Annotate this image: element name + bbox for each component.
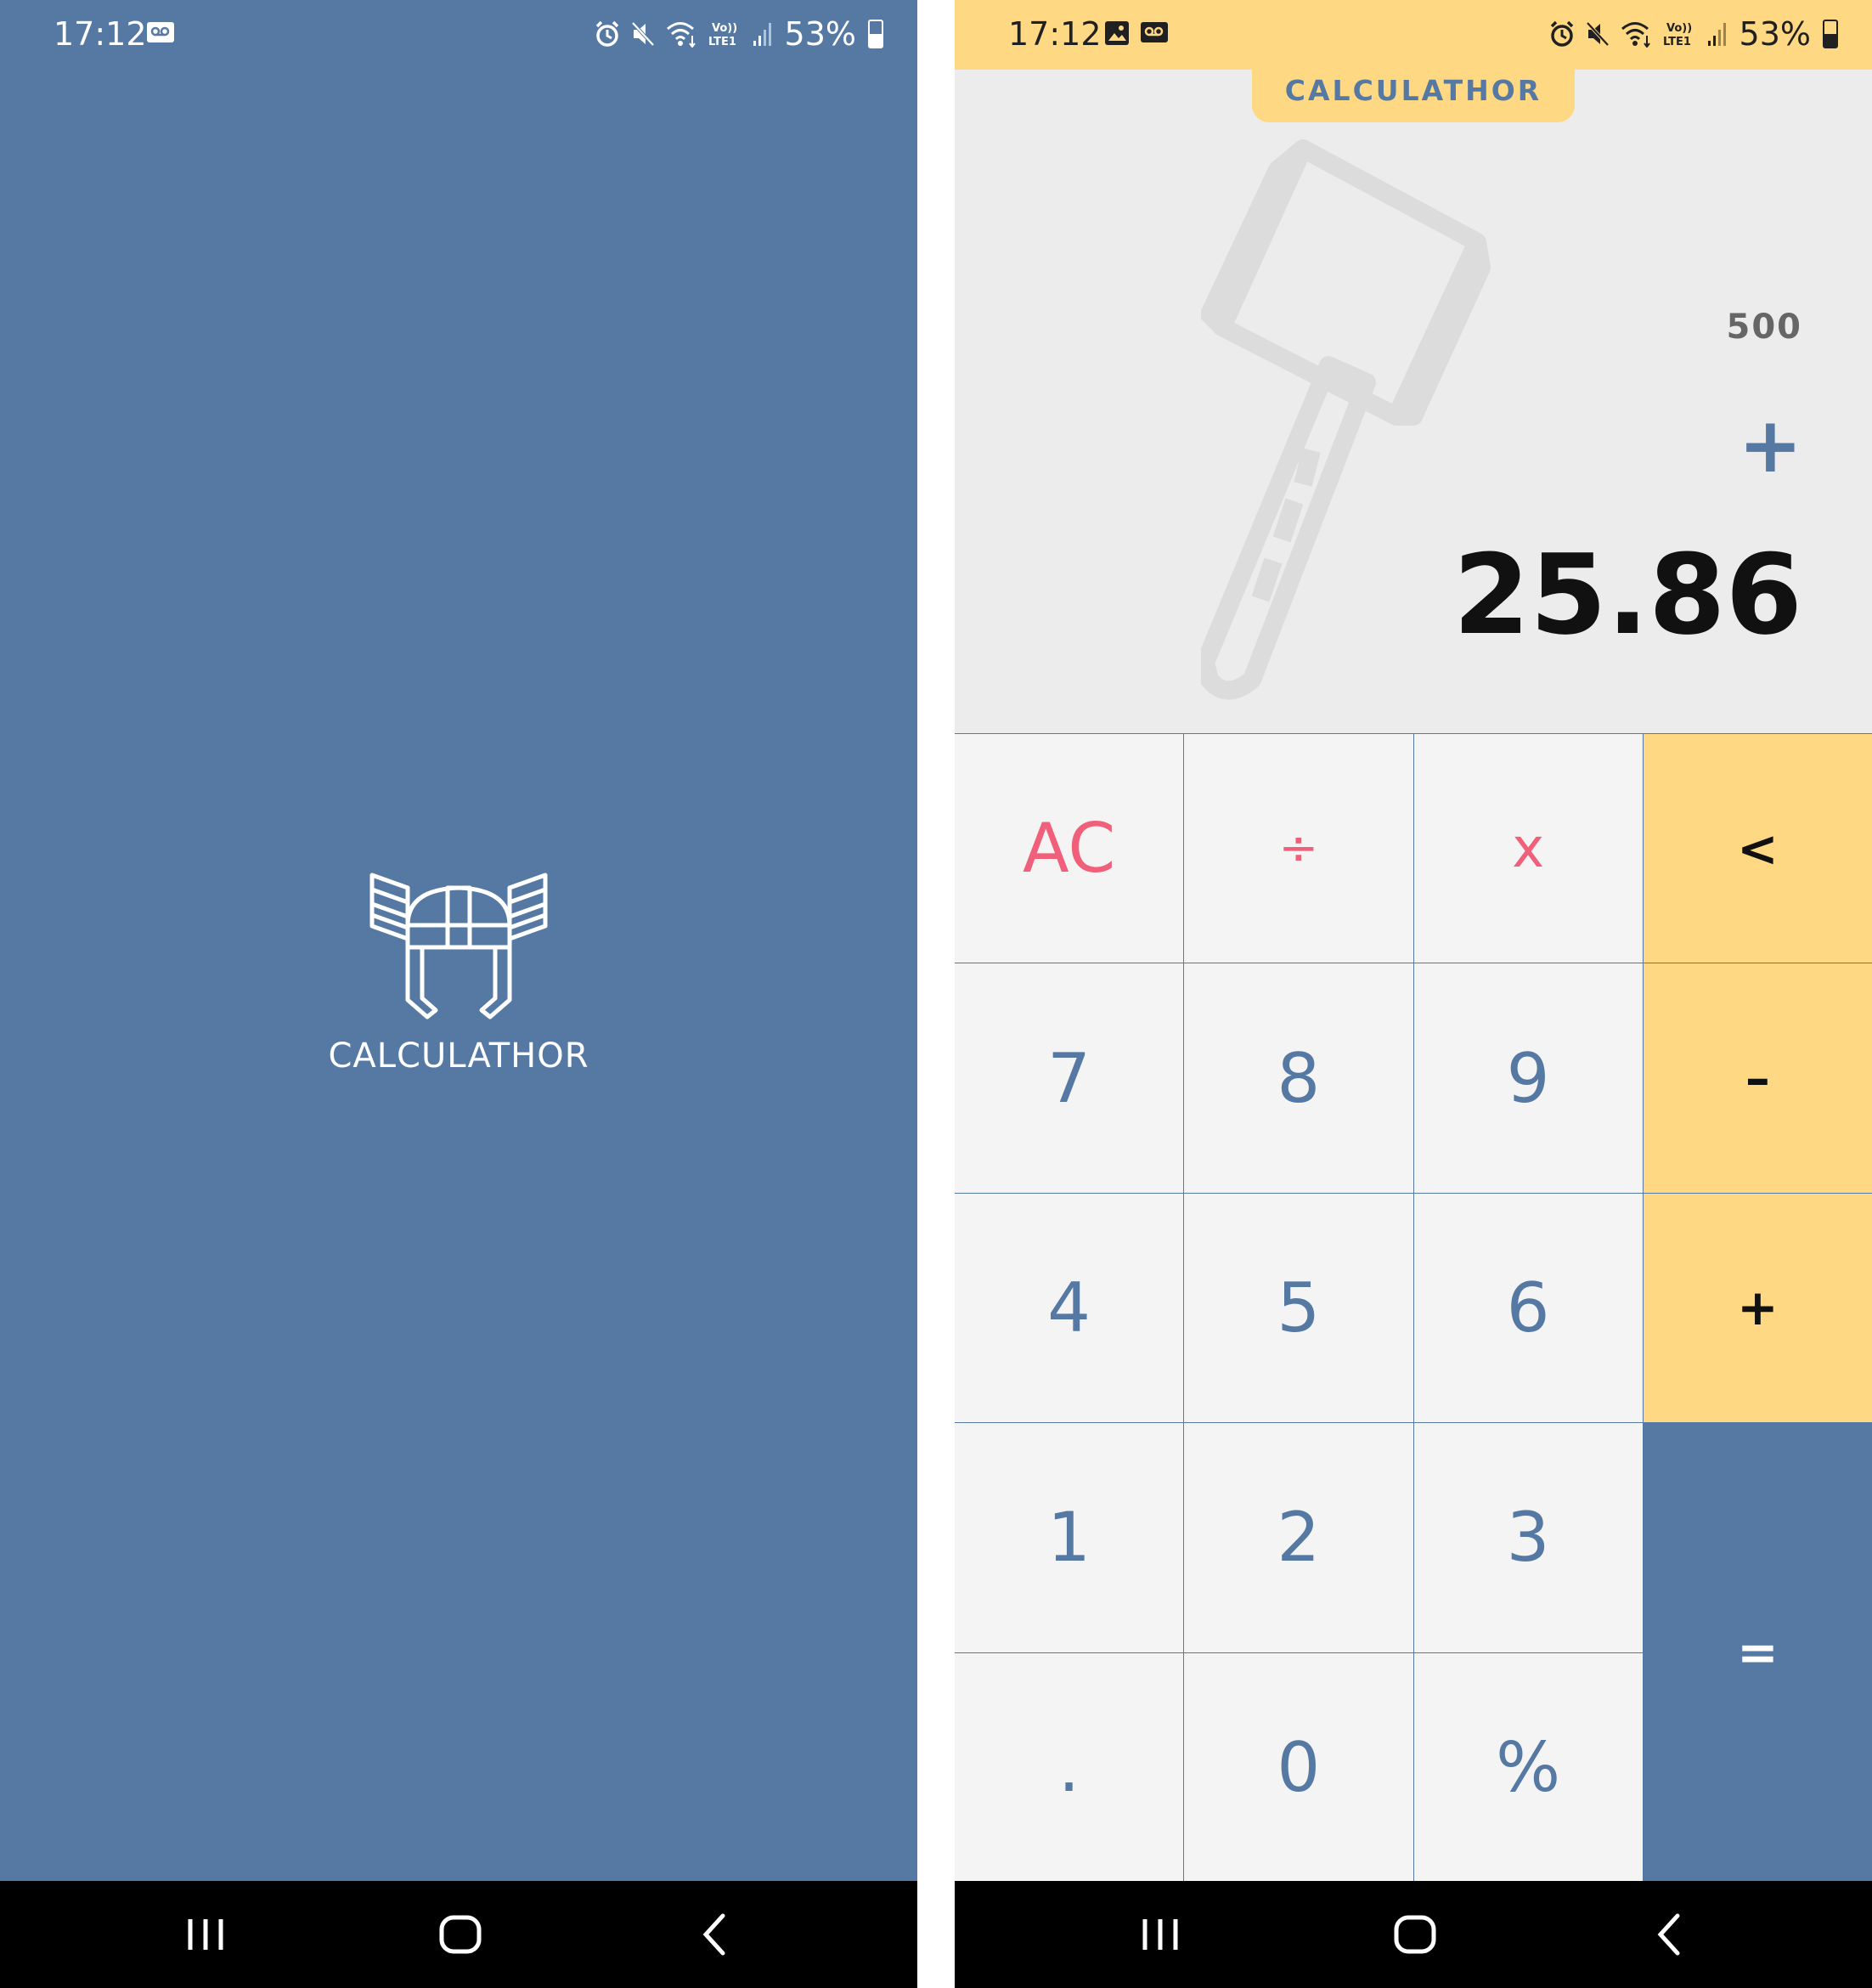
- decimal-button[interactable]: .: [955, 1652, 1184, 1882]
- alarm-icon: [595, 20, 618, 47]
- percent-button[interactable]: %: [1413, 1652, 1643, 1882]
- digit-7-button[interactable]: 7: [955, 963, 1184, 1193]
- digit-8-button[interactable]: 8: [1184, 963, 1413, 1193]
- viking-helmet-icon: [369, 873, 548, 1019]
- status-time: 17:12: [54, 15, 147, 53]
- app-title: CALCULATHOR: [1252, 70, 1575, 122]
- mute-icon: [1586, 21, 1610, 47]
- backspace-button[interactable]: <: [1643, 734, 1872, 963]
- status-bar: 17:12 Vo)) LTE1 53%: [955, 0, 1872, 70]
- battery-percent: 53%: [784, 15, 856, 53]
- battery-icon: [1823, 20, 1838, 48]
- digit-5-button[interactable]: 5: [1184, 1193, 1413, 1423]
- digit-1-button[interactable]: 1: [955, 1423, 1184, 1652]
- svg-text:Vo)): Vo)): [1666, 22, 1692, 35]
- back-icon[interactable]: [1637, 1900, 1705, 1968]
- svg-text:Vo)): Vo)): [712, 22, 737, 35]
- digit-2-button[interactable]: 2: [1184, 1423, 1413, 1652]
- svg-text:LTE1: LTE1: [1663, 36, 1691, 48]
- wifi-icon: [666, 22, 696, 48]
- splash-screen: 17:12 Vo)) LTE1 53% CALCULATHOR: [0, 0, 917, 1988]
- multiply-button[interactable]: x: [1413, 734, 1643, 963]
- calculator-screen: 17:12 Vo)) LTE1 53% CALCULATHOR 500 + 25…: [955, 0, 1872, 1988]
- volte-icon: Vo)) LTE1: [1663, 22, 1692, 48]
- wifi-icon: [1621, 22, 1650, 48]
- equals-button[interactable]: =: [1643, 1423, 1872, 1882]
- mute-icon: [631, 21, 655, 47]
- voicemail-icon: [1141, 22, 1168, 42]
- navigation-bar: [0, 1881, 917, 1988]
- recent-apps-icon[interactable]: [1126, 1900, 1194, 1968]
- status-time: 17:12: [1008, 15, 1102, 53]
- alarm-icon: [1550, 20, 1573, 47]
- svg-text:LTE1: LTE1: [708, 36, 736, 48]
- subtract-button[interactable]: –: [1643, 963, 1872, 1193]
- gallery-icon: [1105, 21, 1129, 45]
- digit-3-button[interactable]: 3: [1413, 1423, 1643, 1652]
- clear-button[interactable]: AC: [955, 734, 1184, 963]
- previous-value: 500: [1726, 308, 1802, 347]
- voicemail-icon: [147, 22, 174, 42]
- battery-icon: [868, 20, 883, 48]
- current-value: 25.86: [1452, 530, 1802, 659]
- home-icon[interactable]: [1381, 1900, 1449, 1968]
- add-button[interactable]: +: [1643, 1193, 1872, 1423]
- digit-6-button[interactable]: 6: [1413, 1193, 1643, 1423]
- volte-icon: Vo)) LTE1: [708, 22, 737, 48]
- signal-icon: [1707, 23, 1726, 46]
- keypad: AC ÷ x < 7 8 9 – 4 5 6 + 1 2 3 = . 0 %: [955, 733, 1872, 1882]
- navigation-bar: [955, 1881, 1872, 1988]
- back-icon[interactable]: [682, 1900, 750, 1968]
- home-icon[interactable]: [426, 1900, 494, 1968]
- pending-operator: +: [1738, 401, 1802, 490]
- battery-percent: 53%: [1739, 15, 1811, 53]
- status-bar: 17:12 Vo)) LTE1 53%: [0, 0, 917, 70]
- digit-0-button[interactable]: 0: [1184, 1652, 1413, 1882]
- recent-apps-icon[interactable]: [172, 1900, 240, 1968]
- divide-button[interactable]: ÷: [1184, 734, 1413, 963]
- signal-icon: [753, 23, 771, 46]
- digit-4-button[interactable]: 4: [955, 1193, 1184, 1423]
- digit-9-button[interactable]: 9: [1413, 963, 1643, 1193]
- splash-title: CALCULATHOR: [328, 1036, 589, 1076]
